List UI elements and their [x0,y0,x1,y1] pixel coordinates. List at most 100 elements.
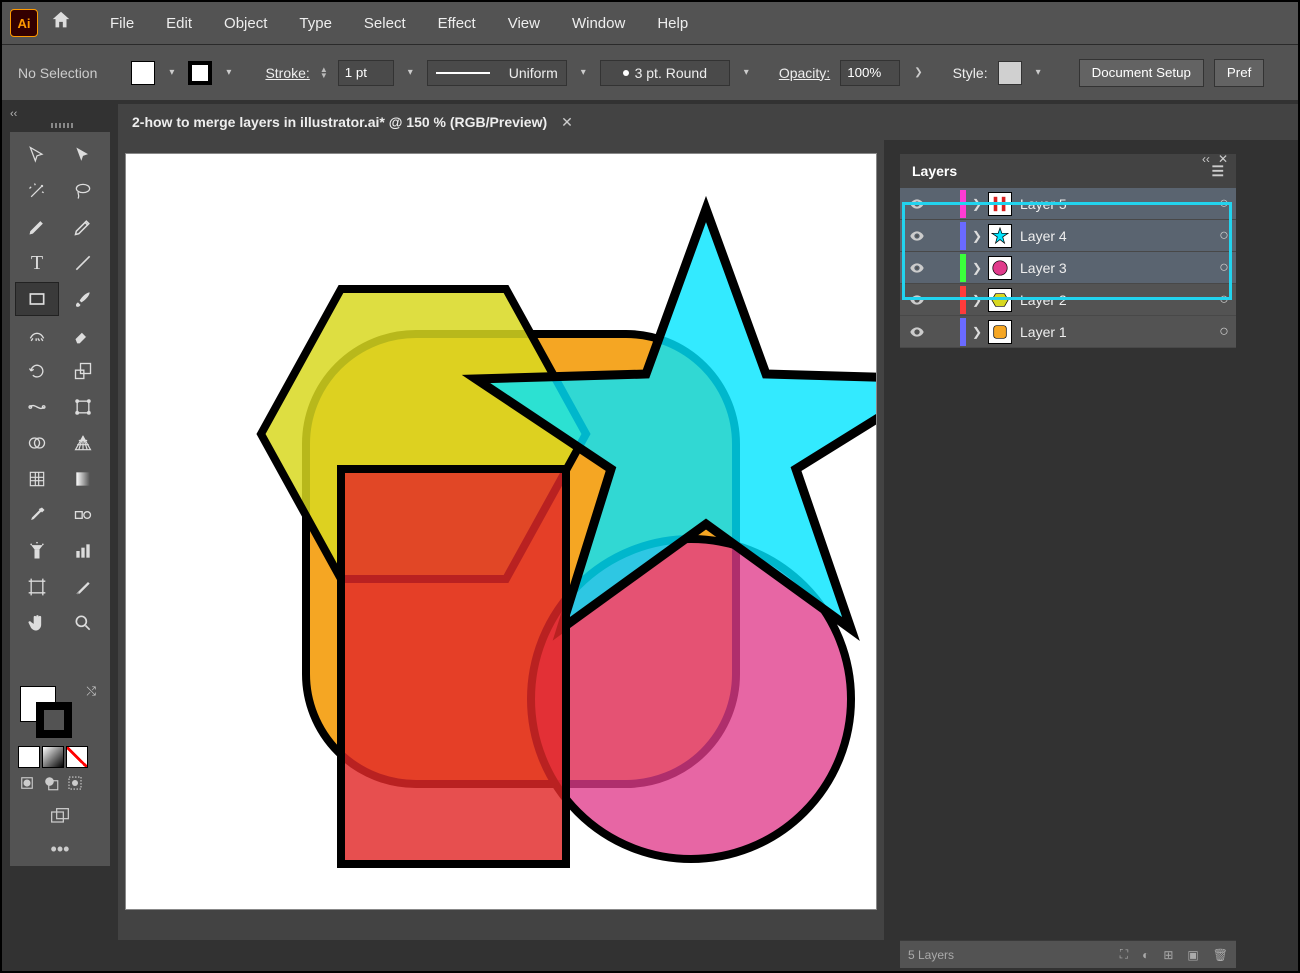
free-transform-tool[interactable] [61,390,105,424]
profile-dropdown-icon[interactable]: ▾ [577,67,590,78]
stroke-weight-dropdown-icon[interactable]: ▾ [404,67,417,78]
fill-dropdown-icon[interactable]: ▾ [165,67,178,78]
stroke-swatch[interactable] [188,61,212,85]
column-graph-tool[interactable] [61,534,105,568]
brush-dropdown-icon[interactable]: ▾ [740,67,753,78]
expand-layer-icon[interactable]: ❯ [966,261,988,275]
perspective-grid-tool[interactable] [61,426,105,460]
screen-mode-icon[interactable] [43,805,77,829]
delete-layer-icon[interactable]: 🗑 [1213,948,1228,962]
gradient-mode-icon[interactable] [42,746,64,768]
menu-type[interactable]: Type [285,11,346,36]
hand-tool[interactable] [15,606,59,640]
document-tab[interactable]: 2-how to merge layers in illustrator.ai*… [118,104,587,140]
target-icon[interactable]: ○ [1212,195,1236,213]
menu-effect[interactable]: Effect [424,11,490,36]
brush-definition[interactable]: 3 pt. Round [600,60,730,86]
lasso-tool[interactable] [61,174,105,208]
menu-window[interactable]: Window [558,11,639,36]
create-sublayer-icon[interactable]: ⊞ [1163,948,1173,962]
mesh-tool[interactable] [15,462,59,496]
fill-swatch[interactable] [131,61,155,85]
fill-stroke-indicator[interactable]: ⤭ [20,686,74,740]
preferences-button[interactable]: Pref [1214,59,1264,87]
opacity-label[interactable]: Opacity: [779,65,830,81]
document-setup-button[interactable]: Document Setup [1079,59,1204,87]
color-mode-icon[interactable] [18,746,40,768]
layer-name[interactable]: Layer 3 [1020,260,1212,276]
draw-behind-icon[interactable] [42,774,60,797]
locate-object-icon[interactable]: ⛶ [1120,947,1128,962]
type-tool[interactable]: T [15,246,59,280]
magic-wand-tool[interactable] [15,174,59,208]
draw-normal-icon[interactable] [18,774,36,797]
layer-row[interactable]: ❯ Layer 5 ○ [900,188,1236,220]
visibility-toggle-icon[interactable] [900,196,934,212]
collapse-panel-icon[interactable]: ‹‹ [1202,152,1210,166]
layers-tab[interactable]: Layers ☰ [900,154,1236,188]
layer-row[interactable]: ❯ Layer 1 ○ [900,316,1236,348]
target-icon[interactable]: ○ [1212,323,1236,341]
edit-toolbar-icon[interactable]: ••• [51,839,70,860]
expand-layer-icon[interactable]: ❯ [966,325,988,339]
layer-name[interactable]: Layer 1 [1020,324,1212,340]
selection-tool[interactable] [15,138,59,172]
menu-view[interactable]: View [494,11,554,36]
gradient-tool[interactable] [61,462,105,496]
direct-selection-tool[interactable] [61,138,105,172]
paintbrush-tool[interactable] [61,282,105,316]
menu-select[interactable]: Select [350,11,420,36]
slice-tool[interactable] [61,570,105,604]
scale-tool[interactable] [61,354,105,388]
layer-name[interactable]: Layer 2 [1020,292,1212,308]
visibility-toggle-icon[interactable] [900,228,934,244]
stroke-stepper[interactable]: ▲▼ [320,67,328,79]
expand-layer-icon[interactable]: ❯ [966,229,988,243]
rectangle-tool[interactable] [15,282,59,316]
line-tool[interactable] [61,246,105,280]
layer-row[interactable]: ❯ Layer 4 ○ [900,220,1236,252]
visibility-toggle-icon[interactable] [900,324,934,340]
opacity-input[interactable] [840,60,900,86]
shape-builder-tool[interactable] [15,426,59,460]
artboard-tool[interactable] [15,570,59,604]
blend-tool[interactable] [61,498,105,532]
close-tab-icon[interactable]: ✕ [561,114,573,131]
symbol-sprayer-tool[interactable] [15,534,59,568]
opacity-dropdown-icon[interactable]: ❯ [910,67,926,78]
make-clipping-mask-icon[interactable]: ◐ [1142,948,1149,962]
close-panel-icon[interactable]: ✕ [1218,152,1228,166]
target-icon[interactable]: ○ [1212,259,1236,277]
variable-width-profile[interactable]: Uniform [427,60,567,86]
swap-fill-stroke-icon[interactable]: ⤭ [86,684,96,699]
menu-help[interactable]: Help [643,11,702,36]
stroke-label[interactable]: Stroke: [265,65,309,81]
eraser-tool[interactable] [61,318,105,352]
visibility-toggle-icon[interactable] [900,292,934,308]
target-icon[interactable]: ○ [1212,291,1236,309]
none-mode-icon[interactable] [66,746,88,768]
rotate-tool[interactable] [15,354,59,388]
create-new-layer-icon[interactable]: ▣ [1187,948,1198,962]
expand-layer-icon[interactable]: ❯ [966,197,988,211]
layer-name[interactable]: Layer 4 [1020,228,1212,244]
graphic-style-swatch[interactable] [998,61,1022,85]
layer-name[interactable]: Layer 5 [1020,196,1212,212]
pen-tool[interactable] [15,210,59,244]
curvature-tool[interactable] [61,210,105,244]
width-tool[interactable] [15,390,59,424]
home-icon[interactable] [50,9,72,37]
shaper-tool[interactable] [15,318,59,352]
stroke-weight-input[interactable] [338,60,394,86]
draw-inside-icon[interactable] [66,774,84,797]
style-dropdown-icon[interactable]: ▾ [1032,67,1045,78]
collapse-toolpanel-icon[interactable]: ‹‹ [10,108,17,120]
zoom-tool[interactable] [61,606,105,640]
panel-grip-icon[interactable] [42,123,82,128]
stroke-color-icon[interactable] [36,702,72,738]
eyedropper-tool[interactable] [15,498,59,532]
stroke-dropdown-icon[interactable]: ▾ [222,67,235,78]
layer-row[interactable]: ❯ Layer 2 ○ [900,284,1236,316]
visibility-toggle-icon[interactable] [900,260,934,276]
target-icon[interactable]: ○ [1212,227,1236,245]
